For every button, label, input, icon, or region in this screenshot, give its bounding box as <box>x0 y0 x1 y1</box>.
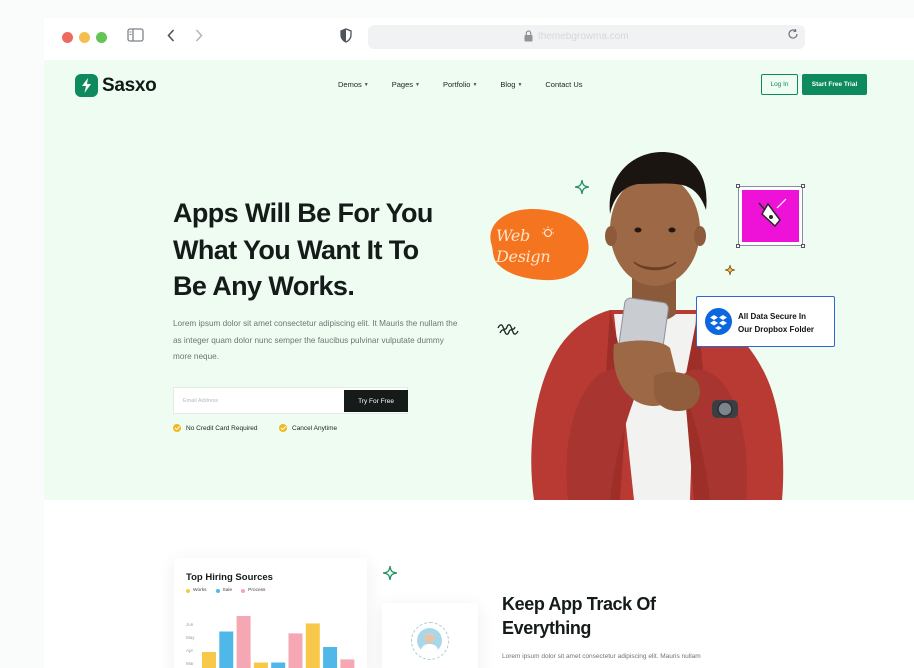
check-circle-icon <box>279 424 287 432</box>
address-bar[interactable]: themebgrowma.com <box>368 25 805 49</box>
y-tick-label: Mar <box>186 661 194 666</box>
chevron-down-icon: ▼ <box>363 81 369 88</box>
pen-card-fill <box>742 190 799 242</box>
section-title: Keep App Track Of Everything <box>502 594 656 638</box>
email-signup-form: Try For Free <box>173 387 408 414</box>
badge-line: All Data Secure In <box>738 312 807 321</box>
chart-bar-process <box>340 659 355 668</box>
selection-handle <box>736 244 740 248</box>
nav-item-demos[interactable]: Demos ▼ <box>338 80 369 89</box>
chevron-down-icon: ▼ <box>517 81 523 88</box>
y-tick-label: May <box>186 635 195 640</box>
email-input[interactable] <box>174 388 344 413</box>
nav-label: Demos <box>338 80 362 89</box>
legend-swatch <box>215 588 220 593</box>
sparkle-icon <box>383 566 397 580</box>
chart-bar-works <box>253 662 268 668</box>
login-button[interactable]: Log In <box>761 74 798 95</box>
legend-item: Sale <box>215 588 233 593</box>
chart-bar-process <box>236 616 251 668</box>
y-tick-label: Jun <box>186 622 194 627</box>
legend-label: Sale <box>222 588 233 593</box>
selection-handle <box>801 184 805 188</box>
badge-line: Our Dropbox Folder <box>738 325 814 334</box>
feature-check: Cancel Anytime <box>279 424 337 432</box>
hiring-sources-card: Top Hiring Sources Works Sale Process Ju… <box>174 558 367 668</box>
chart-legend: Works Sale Process <box>186 588 265 593</box>
y-tick-label: Apr <box>186 648 194 653</box>
chevron-down-icon: ▼ <box>472 81 478 88</box>
nav-label: Contact Us <box>545 80 583 89</box>
nav-item-contact[interactable]: Contact Us <box>545 80 582 89</box>
sidebar-toggle-icon[interactable] <box>127 28 144 47</box>
legend-swatch <box>186 588 190 593</box>
page: themebgrowma.com Sasxo Demos ▼ Pages ▼ Por… <box>0 0 914 668</box>
nav-label: Pages <box>391 80 413 89</box>
avatar <box>417 628 442 653</box>
window-minimize-button[interactable] <box>79 32 90 43</box>
hiring-bar-chart: JunMayAprMarFeb <box>186 616 355 668</box>
nav-label: Portfolio <box>442 80 471 89</box>
chart-bar-sale <box>323 647 338 668</box>
avatar-ring <box>411 622 449 660</box>
chart-bar-works <box>305 623 320 668</box>
forward-arrow-icon[interactable] <box>194 28 204 48</box>
check-circle-icon <box>173 424 181 432</box>
chart-bar-process <box>288 633 303 668</box>
window-close-button[interactable] <box>62 32 73 43</box>
chevron-down-icon: ▼ <box>415 81 420 88</box>
selection-handle <box>801 244 805 248</box>
dropbox-icon <box>705 308 732 335</box>
section-description: Lorem ipsum dolor sit amet consectetur a… <box>502 653 701 660</box>
check-label: Cancel Anytime <box>292 424 338 432</box>
selection-handle <box>736 184 740 188</box>
hero-description: Lorem ipsum dolor sit amet consectetur a… <box>173 319 458 361</box>
legend-swatch <box>241 588 246 593</box>
browser-toolbar: themebgrowma.com <box>44 18 914 60</box>
chart-bar-sale <box>219 631 234 668</box>
main-nav: Demos ▼ Pages ▼ Portfolio ▼ Blog ▼ Contact U… <box>338 80 606 89</box>
features-section: Top Hiring Sources Works Sale Process Ju… <box>44 500 914 668</box>
privacy-shield-icon[interactable] <box>340 28 352 48</box>
legend-item: Process <box>241 588 265 593</box>
chart-bar-works <box>202 651 216 668</box>
reload-icon[interactable] <box>787 28 799 43</box>
hero-section: Sasxo Demos ▼ Pages ▼ Portfolio ▼ Blog ▼ Con… <box>44 60 914 500</box>
nav-item-pages[interactable]: Pages ▼ <box>392 80 420 89</box>
brand-logo[interactable]: Sasxo <box>75 74 157 97</box>
headline-line: What You Want It To <box>173 234 419 265</box>
headline-line: Be Any Works. <box>173 271 355 301</box>
headline-line: Apps Will Be For You <box>173 198 433 228</box>
try-free-button[interactable]: Try For Free <box>344 390 408 412</box>
window-maximize-button[interactable] <box>96 32 107 43</box>
legend-item: Works <box>186 588 207 593</box>
lightning-logo-icon <box>75 74 98 97</box>
hero-headline: Apps Will Be For You What You Want It To… <box>173 195 473 305</box>
nav-label: Blog <box>500 80 516 89</box>
url-text: themebgrowma.com <box>538 31 629 42</box>
dropbox-secure-badge: All Data Secure In Our Dropbox Folder <box>696 296 835 347</box>
nav-item-blog[interactable]: Blog ▼ <box>500 80 522 89</box>
check-label: No Credit Card Required <box>186 424 258 432</box>
pen-tool-icon <box>758 198 787 228</box>
nav-item-portfolio[interactable]: Portfolio ▼ <box>443 80 477 89</box>
brand-name: Sasxo <box>102 74 157 96</box>
pen-tool-card <box>736 184 805 248</box>
lock-icon <box>524 30 533 42</box>
legend-label: Works <box>193 588 207 593</box>
profile-card <box>382 603 478 668</box>
feature-check: No Credit Card Required <box>173 424 258 432</box>
chart-title: Top Hiring Sources <box>186 572 273 583</box>
back-arrow-icon[interactable] <box>166 28 176 48</box>
chart-bar-sale <box>271 662 286 668</box>
start-trial-button[interactable]: Start Free Trial <box>802 74 867 95</box>
legend-label: Process <box>248 588 266 593</box>
dropbox-badge-text: All Data Secure In Our Dropbox Folder <box>738 310 814 336</box>
